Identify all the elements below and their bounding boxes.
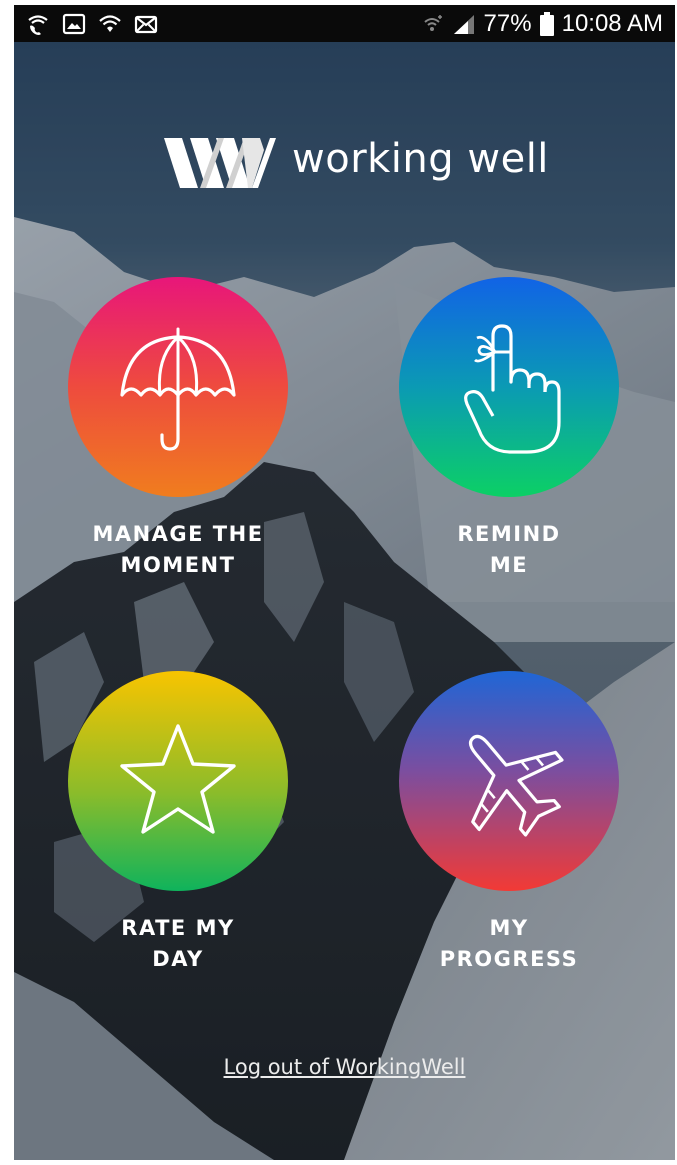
rate-my-day-button[interactable]: RATE MY DAY — [58, 671, 298, 975]
manage-label-line-2: MOMENT — [120, 553, 236, 577]
manage-the-moment-button[interactable]: MANAGE THE MOMENT — [58, 277, 298, 581]
remind-label: REMIND ME — [389, 519, 629, 581]
rate-circle[interactable] — [68, 671, 288, 891]
manage-label-line-1: MANAGE THE — [92, 522, 264, 546]
remind-label-line-2: ME — [489, 553, 529, 577]
wifi-icon — [99, 14, 121, 32]
rate-label-line-2: DAY — [152, 947, 204, 971]
status-left-icons — [26, 13, 158, 35]
wifi-calling-icon — [28, 14, 48, 35]
manage-label: MANAGE THE MOMENT — [58, 519, 298, 581]
battery-icon — [539, 11, 554, 36]
logout-link[interactable]: Log out of WorkingWell — [14, 1055, 675, 1079]
clock: 10:08 AM — [561, 9, 663, 37]
my-progress-button[interactable]: MY PROGRESS — [389, 671, 629, 975]
finger-string-icon — [464, 324, 561, 454]
email-icon — [134, 15, 158, 33]
progress-label-line-2: PROGRESS — [439, 947, 579, 971]
progress-circle[interactable] — [399, 671, 619, 891]
remind-label-line-1: REMIND — [457, 522, 561, 546]
phone-screen: 77% 10:08 AM working well MANAGE THE MOM… — [14, 5, 675, 1160]
rate-label-line-1: RATE MY — [121, 916, 235, 940]
working-well-logo-mark — [164, 138, 276, 188]
status-bar: 77% 10:08 AM — [14, 5, 675, 42]
wifi-signal-icon — [423, 14, 442, 31]
umbrella-icon — [120, 327, 236, 451]
manage-circle[interactable] — [68, 277, 288, 497]
star-icon — [120, 724, 236, 834]
app-name: working well — [292, 136, 549, 182]
status-right: 77% 10:08 AM — [420, 10, 663, 38]
progress-label: MY PROGRESS — [389, 913, 629, 975]
rate-label: RATE MY DAY — [58, 913, 298, 975]
cell-signal-icon — [453, 14, 474, 34]
mountain-background — [14, 42, 675, 1160]
remind-circle[interactable] — [399, 277, 619, 497]
app-logo: working well — [164, 130, 549, 188]
remind-me-button[interactable]: REMIND ME — [389, 277, 629, 581]
progress-label-line-1: MY — [489, 916, 529, 940]
battery-percent: 77% — [483, 9, 532, 37]
airplane-icon — [468, 734, 564, 837]
gallery-icon — [62, 13, 86, 34]
